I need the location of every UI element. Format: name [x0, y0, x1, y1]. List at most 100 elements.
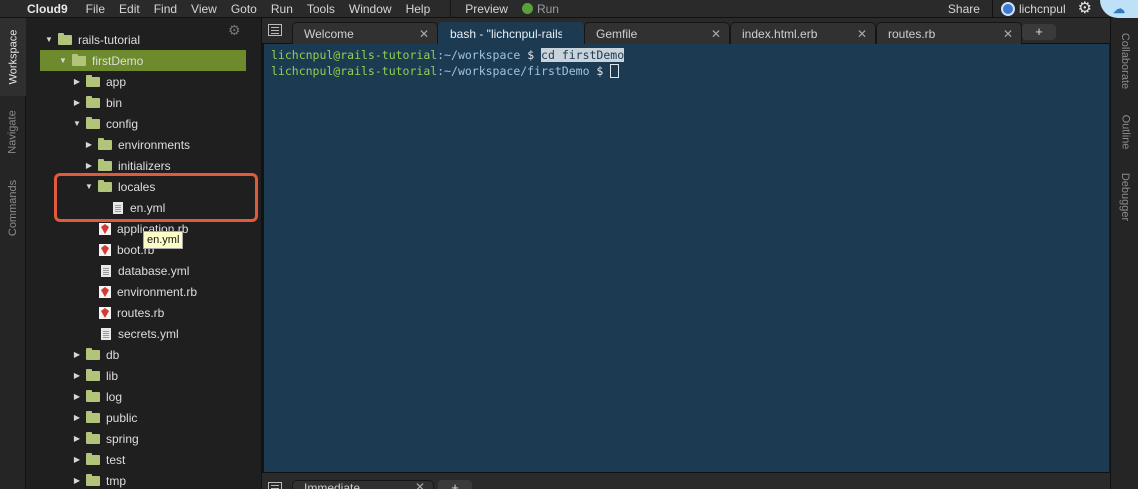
tab-outline[interactable]: Outline	[1111, 106, 1138, 158]
tree-item-app[interactable]: ▶ app	[26, 71, 261, 92]
tree-item-lib[interactable]: ▶ lib	[26, 365, 261, 386]
tree-item-public[interactable]: ▶ public	[26, 407, 261, 428]
filename-tooltip: en.yml	[143, 231, 184, 249]
tree-item-routes-rb[interactable]: routes.rb	[26, 302, 261, 323]
tab-bash-terminal[interactable]: bash - "lichcnpul-rails-	[438, 22, 584, 44]
menu-help[interactable]: Help	[406, 2, 431, 16]
menu-tools[interactable]: Tools	[307, 2, 335, 16]
tree-item-db[interactable]: ▶ db	[26, 344, 261, 365]
tab-collaborate-label: Collaborate	[1119, 32, 1132, 90]
new-tab-button[interactable]: +	[1022, 24, 1056, 40]
user-avatar-icon[interactable]	[1000, 2, 1015, 16]
tab-collaborate[interactable]: Collaborate	[1111, 20, 1138, 102]
expanded-arrow-icon[interactable]: ▼	[72, 119, 82, 128]
tab-index-html-erb[interactable]: index.html.erb ✕	[730, 22, 876, 44]
run-label: Run	[536, 1, 559, 16]
close-icon[interactable]: ✕	[415, 480, 425, 489]
user-name[interactable]: lichcnpul	[1019, 2, 1066, 16]
terminal-line: lichcnpul@rails-tutorial:~/workspace/fir…	[271, 63, 1109, 79]
tree-item-firstdemo[interactable]: ▼ firstDemo	[40, 50, 246, 71]
menu-bar: Cloud9 File Edit Find View Goto Run Tool…	[0, 0, 1138, 18]
app-brand[interactable]: Cloud9	[27, 2, 68, 16]
tab-debugger[interactable]: Debugger	[1111, 164, 1138, 230]
right-panel-rail: Collaborate Outline Debugger	[1110, 18, 1138, 489]
collapsed-arrow-icon[interactable]: ▶	[72, 434, 82, 443]
collapsed-arrow-icon[interactable]: ▶	[72, 77, 82, 86]
menu-find[interactable]: Find	[154, 2, 177, 16]
tree-item-log[interactable]: ▶ log	[26, 386, 261, 407]
file-icon	[101, 327, 111, 340]
left-panel-rail: Workspace Navigate Commands	[0, 18, 26, 489]
tree-item-label: spring	[106, 431, 139, 446]
ruby-file-icon	[99, 222, 111, 235]
menu-edit[interactable]: Edit	[119, 2, 140, 16]
run-button[interactable]: Run	[521, 1, 559, 16]
menu-file[interactable]: File	[86, 2, 105, 16]
menu-right-separator	[991, 0, 993, 18]
tree-item-test[interactable]: ▶ test	[26, 449, 261, 470]
settings-gear-icon[interactable]: ⚙	[1078, 1, 1092, 17]
menu-run[interactable]: Run	[271, 2, 293, 16]
collapsed-arrow-icon[interactable]: ▶	[84, 161, 94, 170]
expanded-arrow-icon[interactable]: ▼	[58, 56, 68, 65]
tree-item-config[interactable]: ▼ config	[26, 113, 261, 134]
folder-icon	[86, 95, 100, 108]
tree-item-tmp[interactable]: ▶ tmp	[26, 470, 261, 489]
cloud9-logo-icon[interactable]: ☁	[1100, 0, 1138, 18]
tree-item-rails-tutorial[interactable]: ▼ rails-tutorial	[26, 29, 261, 50]
close-icon[interactable]: ✕	[711, 27, 721, 41]
folder-icon	[58, 32, 72, 45]
close-icon[interactable]: ✕	[419, 27, 429, 41]
collapsed-arrow-icon[interactable]: ▶	[72, 455, 82, 464]
collapsed-arrow-icon[interactable]: ▶	[72, 98, 82, 107]
tab-navigate[interactable]: Navigate	[0, 100, 26, 164]
tree-item-bin[interactable]: ▶ bin	[26, 92, 261, 113]
menu-window[interactable]: Window	[349, 2, 392, 16]
tab-commands[interactable]: Commands	[0, 168, 26, 248]
collapsed-arrow-icon[interactable]: ▶	[72, 392, 82, 401]
collapsed-arrow-icon[interactable]: ▶	[72, 350, 82, 359]
tree-item-label: database.yml	[118, 263, 190, 278]
tree-item-environments[interactable]: ▶ environments	[26, 134, 261, 155]
menu-goto[interactable]: Goto	[231, 2, 257, 16]
share-button[interactable]: Share	[948, 2, 980, 16]
tab-commands-label: Commands	[7, 179, 19, 237]
tree-item-label: tmp	[106, 473, 127, 488]
tab-menu-icon[interactable]	[268, 24, 282, 36]
tab-workspace[interactable]: Workspace	[0, 18, 26, 96]
tab-label: Gemfile	[596, 26, 638, 41]
tab-routes-rb[interactable]: routes.rb ✕	[876, 22, 1022, 44]
menu-view[interactable]: View	[191, 2, 217, 16]
tree-item-label: bin	[106, 95, 123, 110]
folder-icon	[86, 452, 100, 465]
terminal-pane[interactable]: lichcnpul@rails-tutorial:~/workspace $ c…	[264, 44, 1109, 472]
console-menu-icon[interactable]	[268, 482, 282, 489]
tree-item-environment-rb[interactable]: environment.rb	[26, 281, 261, 302]
tab-welcome[interactable]: Welcome ✕	[292, 22, 438, 44]
locales-highlight-annotation	[54, 173, 258, 222]
collapsed-arrow-icon[interactable]: ▶	[84, 140, 94, 149]
tree-item-spring[interactable]: ▶ spring	[26, 428, 261, 449]
collapsed-arrow-icon[interactable]: ▶	[72, 476, 82, 485]
ruby-file-icon	[99, 285, 111, 298]
expanded-arrow-icon[interactable]: ▼	[44, 35, 54, 44]
menu-separator	[450, 0, 452, 18]
collapsed-arrow-icon[interactable]: ▶	[72, 371, 82, 380]
tab-gemfile[interactable]: Gemfile ✕	[584, 22, 730, 44]
tree-item-label: public	[106, 410, 138, 425]
tree-item-label: environment.rb	[117, 284, 198, 299]
tree-item-secrets-yml[interactable]: secrets.yml	[26, 323, 261, 344]
tab-label: Immediate	[304, 480, 361, 489]
new-console-tab-button[interactable]: +	[438, 480, 472, 489]
preview-button[interactable]: Preview	[465, 2, 508, 16]
close-icon[interactable]: ✕	[1003, 27, 1013, 41]
terminal-prompt: $	[589, 64, 611, 78]
close-icon[interactable]: ✕	[857, 27, 867, 41]
folder-icon	[86, 74, 100, 87]
tree-item-label: initializers	[118, 158, 171, 173]
terminal-path: :~/workspace	[437, 48, 521, 62]
folder-icon	[86, 116, 100, 129]
tree-item-database-yml[interactable]: database.yml	[26, 260, 261, 281]
tab-immediate[interactable]: Immediate ✕	[292, 480, 434, 489]
collapsed-arrow-icon[interactable]: ▶	[72, 413, 82, 422]
